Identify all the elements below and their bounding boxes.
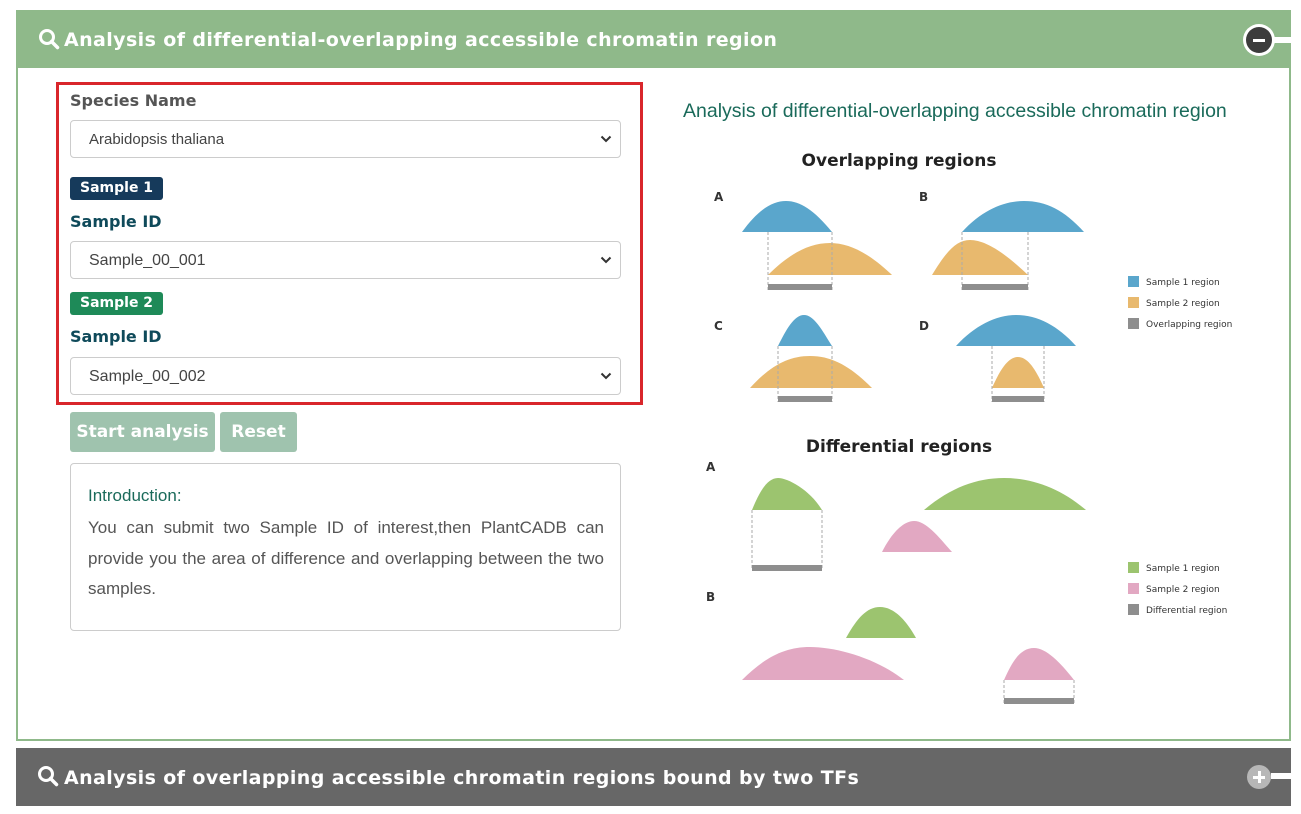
sample1-badge: Sample 1 bbox=[70, 177, 164, 200]
diff-letter-b: B bbox=[706, 590, 715, 604]
species-label: Species Name bbox=[70, 91, 197, 110]
diff-b-sample2-left bbox=[742, 647, 904, 680]
introduction-box: Introduction: You can submit two Sample … bbox=[70, 463, 621, 631]
legend2-sample1: Sample 1 region bbox=[1146, 564, 1220, 574]
diff-a-bar bbox=[752, 565, 822, 571]
minus-icon bbox=[1246, 27, 1272, 53]
legend1-overlap: Overlapping region bbox=[1146, 320, 1232, 330]
legend2-swatch-sample1 bbox=[1128, 562, 1139, 573]
overlap-b-sample2 bbox=[932, 240, 1028, 275]
overlap-letter-c: C bbox=[714, 319, 723, 333]
legend1-sample1: Sample 1 region bbox=[1146, 278, 1220, 288]
overlap-a-sample2 bbox=[768, 243, 892, 275]
legend2-diff: Differential region bbox=[1146, 606, 1227, 616]
search-icon bbox=[38, 766, 59, 787]
overlap-a-sample1 bbox=[742, 201, 832, 232]
legend1-swatch-sample2 bbox=[1128, 297, 1139, 308]
diff-letter-a: A bbox=[706, 460, 716, 474]
overlap-b-sample1 bbox=[962, 201, 1084, 232]
species-select[interactable]: Arabidopsis thaliana bbox=[70, 120, 621, 158]
panel-title: Analysis of differential-overlapping acc… bbox=[64, 29, 778, 51]
collapse-connector bbox=[1273, 37, 1291, 43]
overlap-heading: Overlapping regions bbox=[802, 151, 997, 171]
legend1-swatch-overlap bbox=[1128, 318, 1139, 329]
panel-title: Analysis of overlapping accessible chrom… bbox=[64, 767, 860, 789]
diff-b-bar bbox=[1004, 698, 1074, 704]
diff-b-sample2-right bbox=[1004, 648, 1074, 680]
overlap-c-bar bbox=[778, 396, 832, 402]
overlap-d-sample1 bbox=[956, 315, 1076, 346]
diff-a-sample1-left bbox=[752, 478, 822, 510]
region-diagram: Overlapping regions A B C D Sample 1 reg… bbox=[706, 151, 1232, 705]
chevron-down-icon bbox=[600, 372, 612, 380]
search-icon bbox=[39, 29, 60, 50]
intro-text: You can submit two Sample ID of interest… bbox=[88, 518, 604, 598]
legend2-swatch-diff bbox=[1128, 604, 1139, 615]
diff-a-sample2 bbox=[882, 521, 952, 552]
legend1-swatch-sample1 bbox=[1128, 276, 1139, 287]
sample2-badge: Sample 2 bbox=[70, 292, 164, 315]
overlap-d-bar bbox=[992, 396, 1044, 402]
sample2-id-label: Sample ID bbox=[70, 327, 162, 346]
overlap-c-sample2 bbox=[750, 356, 872, 388]
start-analysis-button[interactable]: Start analysis bbox=[70, 412, 215, 452]
overlap-d-sample2 bbox=[992, 357, 1044, 388]
chevron-down-icon bbox=[600, 256, 612, 264]
sample1-select-value: Sample_00_001 bbox=[89, 252, 206, 269]
diff-b-sample1 bbox=[846, 607, 916, 638]
overlap-c-sample1 bbox=[778, 315, 832, 346]
collapse-button[interactable] bbox=[1243, 24, 1275, 56]
species-select-value: Arabidopsis thaliana bbox=[89, 131, 225, 148]
expand-connector bbox=[1271, 773, 1291, 779]
legend2-swatch-sample2 bbox=[1128, 583, 1139, 594]
chevron-down-icon bbox=[600, 135, 612, 143]
reset-button[interactable]: Reset bbox=[220, 412, 297, 452]
expand-button[interactable] bbox=[1247, 765, 1271, 789]
legend1-sample2: Sample 2 region bbox=[1146, 299, 1220, 309]
sample2-select-value: Sample_00_002 bbox=[89, 368, 206, 385]
overlap-letter-d: D bbox=[919, 319, 929, 333]
overlap-a-bar bbox=[768, 284, 832, 290]
sample2-select[interactable]: Sample_00_002 bbox=[70, 357, 621, 395]
diff-a-sample1-right bbox=[924, 478, 1086, 510]
diff-heading: Differential regions bbox=[806, 437, 992, 457]
overlap-b-bar bbox=[962, 284, 1028, 290]
sample1-id-label: Sample ID bbox=[70, 212, 162, 231]
sample1-select[interactable]: Sample_00_001 bbox=[70, 241, 621, 279]
intro-title: Introduction: bbox=[88, 486, 182, 505]
panel-header[interactable]: Analysis of differential-overlapping acc… bbox=[18, 12, 1291, 68]
legend2-sample2: Sample 2 region bbox=[1146, 585, 1220, 595]
overlap-letter-b: B bbox=[919, 190, 928, 204]
diagram-title: Analysis of differential-overlapping acc… bbox=[683, 100, 1227, 122]
tf-overlap-panel-header[interactable]: Analysis of overlapping accessible chrom… bbox=[16, 748, 1291, 806]
overlap-letter-a: A bbox=[714, 190, 724, 204]
